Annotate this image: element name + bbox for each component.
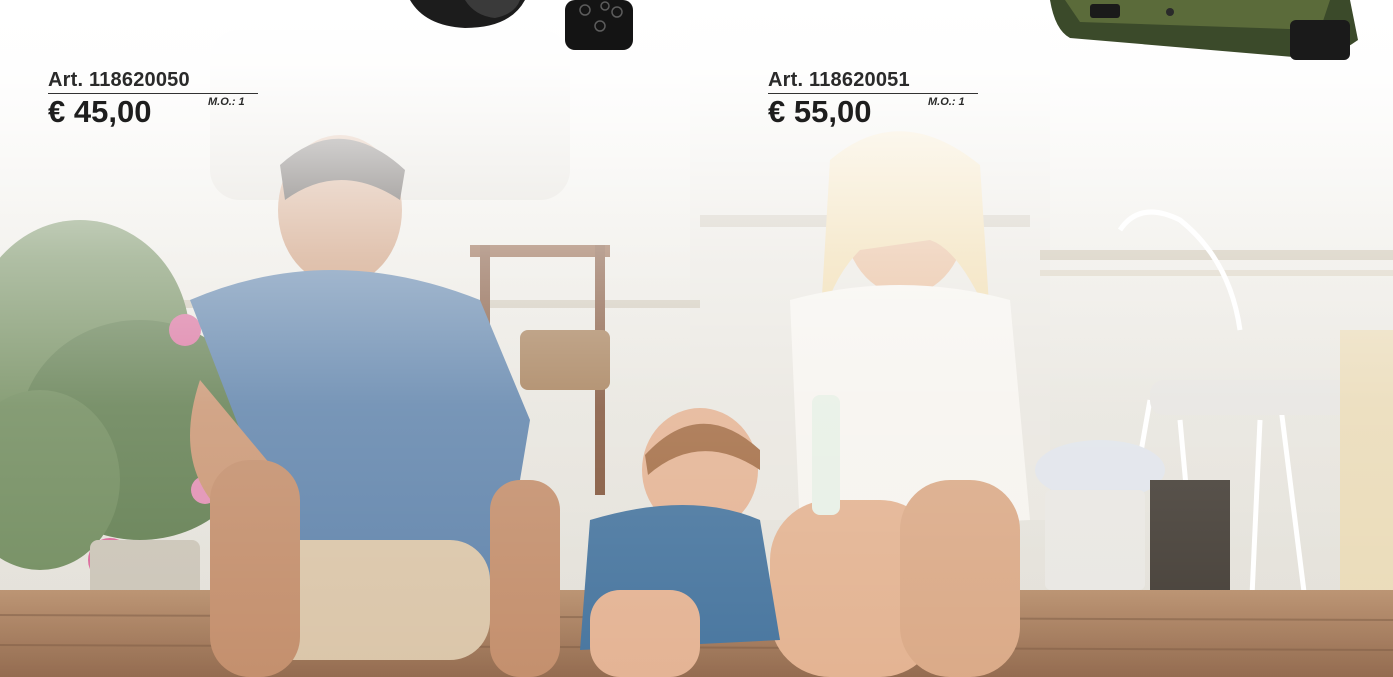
article-number: Art. 118620051 [768, 69, 910, 91]
article-number: Art. 118620050 [48, 69, 190, 91]
product-info-2: Art. 118620051 € 55,00 M.O.: 1 [768, 68, 978, 132]
price-row: € 45,00 M.O.: 1 [48, 94, 258, 132]
catalog-page: Art. 118620050 € 45,00 M.O.: 1 Art. 1186… [0, 0, 1393, 677]
product-image-green-unit [1050, 0, 1358, 60]
price: € 45,00 [48, 94, 152, 129]
minimum-order: M.O.: 1 [928, 96, 965, 108]
product-info-1: Art. 118620050 € 45,00 M.O.: 1 [48, 68, 258, 132]
minimum-order: M.O.: 1 [208, 96, 245, 108]
product-image-dark-unit [410, 0, 633, 50]
price-row: € 55,00 M.O.: 1 [768, 94, 978, 132]
price: € 55,00 [768, 94, 872, 129]
